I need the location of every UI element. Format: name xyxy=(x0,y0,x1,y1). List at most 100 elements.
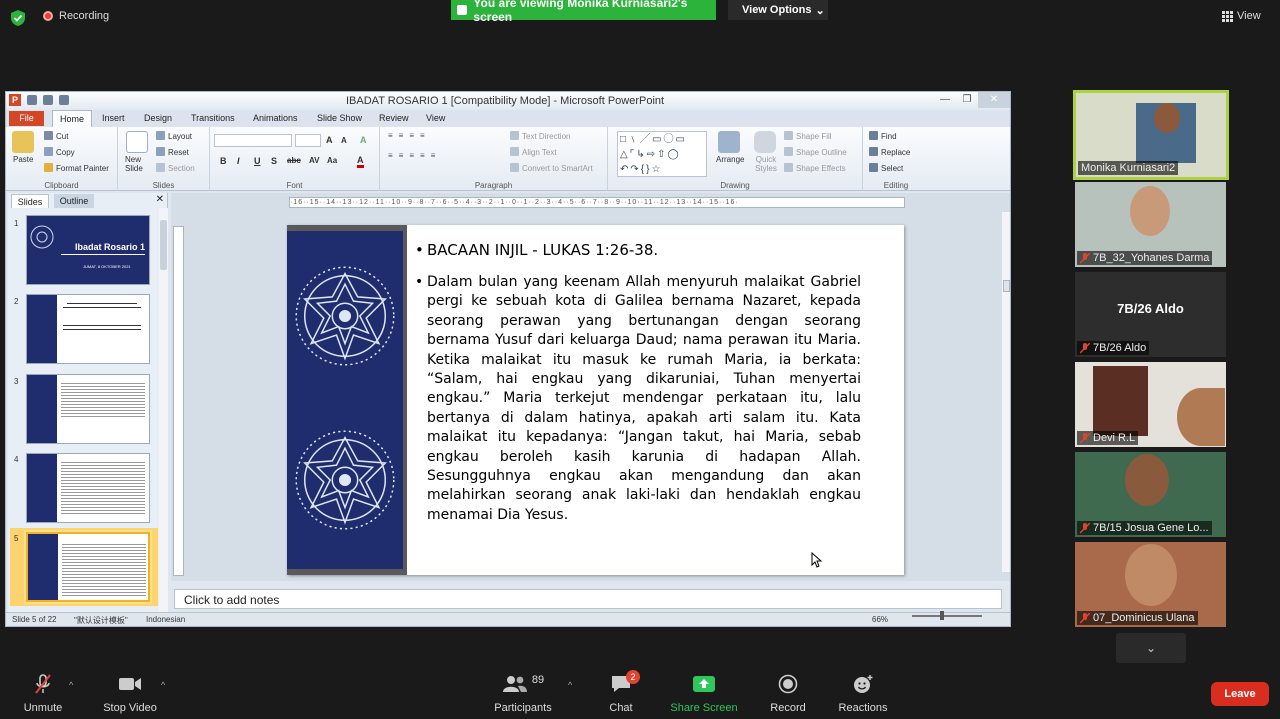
share-screen-button[interactable]: Share Screen xyxy=(670,674,738,714)
undo-icon[interactable] xyxy=(43,95,53,105)
tab-design[interactable]: Design xyxy=(144,113,172,123)
replace-button[interactable]: Replace xyxy=(869,147,910,157)
arrange-icon[interactable] xyxy=(718,131,740,153)
participant-tile-active[interactable]: Monika Kurniasari2 xyxy=(1073,90,1229,180)
zoom-slider[interactable] xyxy=(912,611,982,620)
align-text-button[interactable]: Align Text xyxy=(510,147,557,157)
powerpoint-logo-icon[interactable]: P xyxy=(9,94,21,106)
participant-tile[interactable]: 7B_32_Yohanes Darma xyxy=(1075,182,1226,267)
tab-transitions[interactable]: Transitions xyxy=(191,113,235,123)
tab-review[interactable]: Review xyxy=(379,113,409,123)
language-status[interactable]: Indonesian xyxy=(146,615,185,624)
caret-up-icon[interactable]: ^ xyxy=(161,680,165,690)
new-slide-icon[interactable] xyxy=(126,131,148,153)
leave-button[interactable]: Leave xyxy=(1211,682,1269,706)
participants-button[interactable]: 89 Participants xyxy=(492,674,554,714)
slide-text-box[interactable]: BACAAN INJIL - LUKAS 1:26-38. Dalam bula… xyxy=(415,241,861,525)
caret-up-icon[interactable]: ^ xyxy=(69,680,73,690)
tab-home[interactable]: Home xyxy=(52,110,92,127)
text-direction-label: Text Direction xyxy=(522,132,571,141)
view-options-button[interactable]: View Options ⌄ xyxy=(728,0,828,20)
tab-view[interactable]: View xyxy=(426,113,445,123)
shield-icon[interactable] xyxy=(10,9,26,27)
align-icons[interactable]: ≡≡≡≡≡ xyxy=(388,151,441,160)
shrink-font-icon[interactable]: A xyxy=(341,136,347,145)
caret-up-icon[interactable]: ^ xyxy=(568,680,572,690)
paste-button[interactable]: Paste xyxy=(13,155,33,164)
new-slide-button[interactable]: New Slide xyxy=(125,155,151,173)
current-slide[interactable]: BACAAN INJIL - LUKAS 1:26-38. Dalam bula… xyxy=(287,225,904,575)
reset-button[interactable]: Reset xyxy=(156,147,189,157)
shapes-gallery[interactable]: □﹨╱▭◯▭ △⌜↳⇨⇧◯ ↶↷{}☆ xyxy=(617,131,707,177)
format-painter-button[interactable]: Format Painter xyxy=(44,163,109,173)
participant-face xyxy=(1130,186,1170,236)
shape-effects-button[interactable]: Shape Effects xyxy=(784,163,846,173)
shadow-icon[interactable]: S xyxy=(271,156,277,166)
participant-tile[interactable]: Devi R.L xyxy=(1075,362,1226,447)
close-button[interactable]: ✕ xyxy=(978,92,1010,108)
text-direction-button[interactable]: Text Direction xyxy=(510,131,570,141)
notes-pane[interactable]: Click to add notes xyxy=(174,589,1002,609)
tab-animations[interactable]: Animations xyxy=(253,113,298,123)
close-pane-icon[interactable]: ✕ xyxy=(156,194,164,205)
record-button[interactable]: Record xyxy=(768,674,808,714)
tab-slide-show[interactable]: Slide Show xyxy=(317,113,362,123)
copy-button[interactable]: Copy xyxy=(44,147,75,157)
unmute-button[interactable]: Unmute xyxy=(22,674,64,714)
section-button[interactable]: Section xyxy=(156,163,195,173)
view-button[interactable]: View xyxy=(1222,10,1261,22)
char-spacing-icon[interactable]: AV xyxy=(309,156,320,165)
font-color-icon[interactable]: A xyxy=(357,155,364,168)
italic-icon[interactable]: I xyxy=(237,156,240,166)
shape-outline-button[interactable]: Shape Outline xyxy=(784,147,847,157)
grow-font-icon[interactable]: A xyxy=(326,135,333,145)
cut-button[interactable]: Cut xyxy=(44,131,68,141)
arrange-button[interactable]: Arrange xyxy=(716,155,744,164)
slide-thumbnail-4[interactable] xyxy=(26,453,150,523)
tab-file[interactable]: File xyxy=(9,111,44,126)
quick-styles-button[interactable]: Quick Styles xyxy=(752,155,780,173)
share-screen-icon xyxy=(693,676,715,692)
convert-smartart-button[interactable]: Convert to SmartArt xyxy=(510,163,593,173)
redo-icon[interactable] xyxy=(59,95,69,105)
chat-button[interactable]: 2 Chat xyxy=(603,670,640,714)
find-button[interactable]: Find xyxy=(869,131,897,141)
slide-thumbnail-2[interactable] xyxy=(26,294,150,364)
scroll-thumb[interactable] xyxy=(1003,280,1010,292)
maximize-button[interactable]: ❐ xyxy=(956,92,978,108)
clear-format-icon[interactable]: A xyxy=(360,135,367,145)
strikethrough-icon[interactable]: abc xyxy=(287,156,301,165)
tab-insert[interactable]: Insert xyxy=(102,113,125,123)
tab-outline-pane[interactable]: Outline xyxy=(54,194,94,208)
participant-tile[interactable]: 7B/15 Josua Gene Lo... xyxy=(1075,452,1226,537)
participants-scroll-down-button[interactable]: ⌄ xyxy=(1116,633,1186,663)
underline-icon[interactable]: U xyxy=(254,156,261,166)
participant-tile[interactable]: 07_Dominicus Ulana xyxy=(1075,542,1226,627)
quick-styles-icon[interactable] xyxy=(754,131,776,153)
slide-scrollbar[interactable] xyxy=(1002,212,1010,572)
change-case-icon[interactable]: Aa xyxy=(327,156,337,165)
slide-thumbnail-5[interactable] xyxy=(26,532,150,602)
slides-pane-scrollbar[interactable] xyxy=(159,208,168,612)
slide-thumbnail-3[interactable] xyxy=(26,374,150,444)
scroll-thumb[interactable] xyxy=(160,220,167,270)
save-icon[interactable] xyxy=(27,95,37,105)
layout-button[interactable]: Layout xyxy=(156,131,192,141)
participant-tile[interactable]: 7B/26 Aldo 7B/26 Aldo xyxy=(1075,272,1226,357)
participant-face xyxy=(1125,454,1169,506)
slide-thumbnail-1[interactable]: Ibadat Rosario 1 JUMAT, 8 OKTOBER 2021 xyxy=(26,215,150,285)
select-button[interactable]: Select xyxy=(869,163,903,173)
zoom-level[interactable]: 66% xyxy=(872,615,888,624)
bullets-icon[interactable]: ≡≡≡≡ xyxy=(388,131,431,140)
recording-indicator[interactable]: Recording xyxy=(43,10,109,22)
reactions-button[interactable]: Reactions xyxy=(836,674,890,714)
shape-fill-button[interactable]: Shape Fill xyxy=(784,131,832,141)
align-text-icon xyxy=(510,147,519,156)
font-size-select[interactable] xyxy=(295,134,321,147)
font-family-select[interactable] xyxy=(214,134,292,147)
minimize-button[interactable]: — xyxy=(934,92,956,108)
paste-icon[interactable] xyxy=(12,131,34,153)
stop-video-button[interactable]: Stop Video xyxy=(100,674,160,714)
bold-icon[interactable]: B xyxy=(220,156,227,166)
tab-slides-pane[interactable]: Slides xyxy=(11,194,49,208)
